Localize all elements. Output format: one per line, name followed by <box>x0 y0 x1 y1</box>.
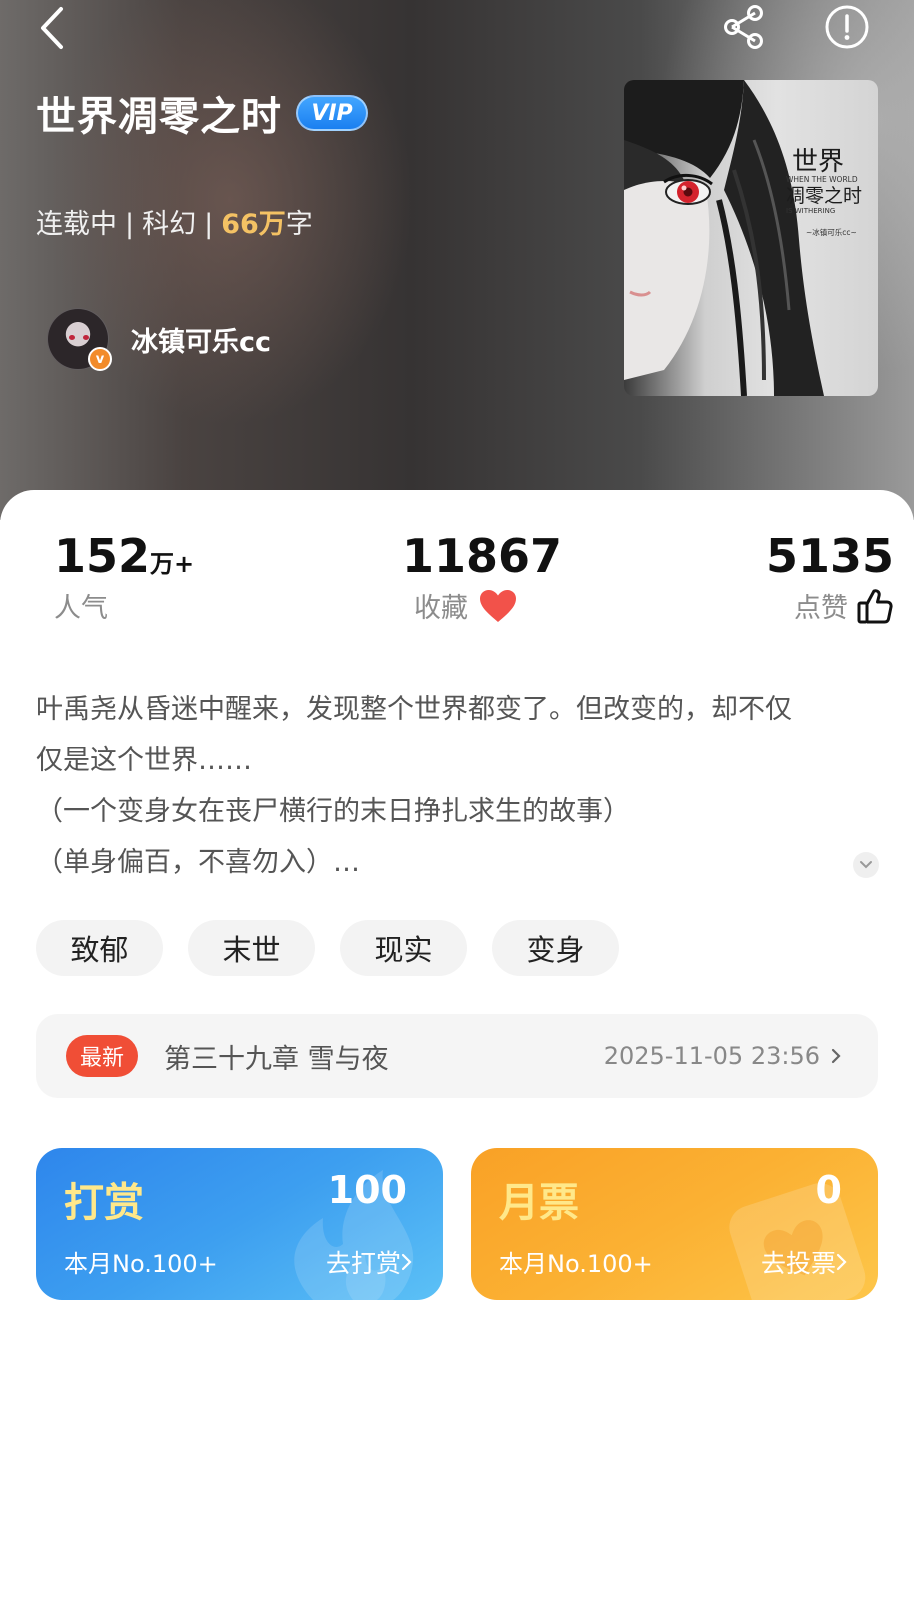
book-cover[interactable]: 世界 WHEN THE WORLD 凋零之时 IS WITHERING ~冰镇可… <box>624 80 878 396</box>
favorites-value: 11867 <box>402 529 563 583</box>
ticket-title: 月票 <box>499 1180 579 1226</box>
book-title: 世界凋零之时 <box>36 94 282 140</box>
thumbs-up-icon[interactable] <box>856 587 894 625</box>
popularity-unit: 万+ <box>150 550 195 578</box>
info-icon <box>825 5 869 49</box>
chevron-down-icon <box>860 861 872 869</box>
reward-rank: 本月No.100+ <box>64 1250 218 1278</box>
cover-author: ~冰镇可乐cc~ <box>806 227 857 237</box>
share-icon <box>724 5 763 49</box>
author-profile[interactable]: v 冰镇可乐cc <box>47 308 271 371</box>
ticket-rank: 本月No.100+ <box>499 1250 653 1278</box>
expand-synopsis-button[interactable] <box>853 852 879 878</box>
cover-illustration: 世界 WHEN THE WORLD 凋零之时 IS WITHERING ~冰镇可… <box>624 80 862 396</box>
cover-subtitle-line2: IS WITHERING <box>786 207 835 215</box>
popularity-value: 152 <box>54 529 151 583</box>
latest-badge: 最新 <box>66 1035 138 1077</box>
go-reward-label: 去打赏 <box>325 1249 401 1278</box>
book-meta: 连载中 | 科幻 | 66万 字 <box>36 202 313 241</box>
latest-chapter-title: 第三十九章 雪与夜 <box>164 1043 389 1075</box>
tag-item[interactable]: 末世 <box>188 920 315 976</box>
author-avatar[interactable]: v <box>47 308 112 371</box>
vip-badge: VIP <box>296 95 368 131</box>
heart-icon[interactable] <box>478 588 518 624</box>
avatar-eye <box>83 335 89 340</box>
stat-favorites[interactable]: 11867 收藏 <box>402 528 562 625</box>
tag-list: 致郁 末世 现实 变身 <box>36 920 644 976</box>
synopsis-line: 仅是这个世界…… <box>36 745 252 776</box>
chevron-left-icon <box>41 7 63 49</box>
popularity-label: 人气 <box>54 593 108 624</box>
go-reward-link[interactable]: 去打赏 <box>326 1244 413 1280</box>
book-genre: 科幻 <box>142 209 197 240</box>
stat-popularity: 152万+ 人气 <box>54 528 194 625</box>
tag-item[interactable]: 变身 <box>492 920 619 976</box>
share-button[interactable] <box>720 2 768 52</box>
go-vote-label: 去投票 <box>760 1249 836 1278</box>
stat-popularity-value-row: 152万+ <box>54 528 194 584</box>
author-name[interactable]: 冰镇可乐cc <box>131 320 271 359</box>
meta-separator: | <box>204 209 214 240</box>
tag-item[interactable]: 现实 <box>340 920 467 976</box>
book-synopsis[interactable]: 叶禹尧从昏迷中醒来，发现整个世界都变了。但改变的，却不仅 仅是这个世界…… （一… <box>36 684 876 888</box>
likes-label: 点赞 <box>794 593 849 624</box>
book-status: 连载中 <box>36 209 117 240</box>
verified-badge: v <box>88 347 112 371</box>
stat-likes[interactable]: 5135 点赞 <box>766 528 894 625</box>
chevron-right-icon <box>401 1253 412 1271</box>
ticket-count: 0 <box>815 1168 842 1212</box>
tag-item[interactable]: 致郁 <box>36 920 163 976</box>
monthly-ticket-card[interactable]: 月票 0 本月No.100+ 去投票 <box>471 1148 878 1300</box>
reward-title: 打赏 <box>64 1180 144 1226</box>
word-count-value: 66万 <box>221 209 286 240</box>
synopsis-line: （单身偏百，不喜勿入）… <box>36 847 360 878</box>
cover-subtitle-line1: WHEN THE WORLD <box>786 175 858 184</box>
word-count-unit: 字 <box>285 209 313 240</box>
book-title-row: 世界凋零之时 VIP <box>36 84 368 142</box>
cover-title-line2: 凋零之时 <box>786 185 862 207</box>
synopsis-line: 叶禹尧从昏迷中醒来，发现整个世界都变了。但改变的，却不仅 <box>36 694 792 725</box>
favorites-label: 收藏 <box>414 593 468 624</box>
meta-separator: | <box>125 209 135 240</box>
latest-chapter-time: 2025-11-05 23:56 <box>603 1042 820 1070</box>
report-button[interactable] <box>822 2 872 52</box>
go-vote-link[interactable]: 去投票 <box>761 1244 848 1280</box>
synopsis-line: （一个变身女在丧尸横行的末日挣扎求生的故事） <box>36 796 630 827</box>
back-button[interactable] <box>30 4 74 52</box>
reward-count: 100 <box>327 1168 407 1212</box>
chevron-right-icon <box>830 1047 842 1065</box>
cover-title-line1: 世界 <box>792 147 844 177</box>
latest-chapter-bar[interactable]: 最新 第三十九章 雪与夜 2025-11-05 23:56 <box>36 1014 878 1098</box>
avatar-eye <box>69 335 75 340</box>
chevron-right-icon <box>836 1253 847 1271</box>
reward-card[interactable]: 打赏 100 本月No.100+ 去打赏 <box>36 1148 443 1300</box>
likes-value: 5135 <box>766 529 895 583</box>
